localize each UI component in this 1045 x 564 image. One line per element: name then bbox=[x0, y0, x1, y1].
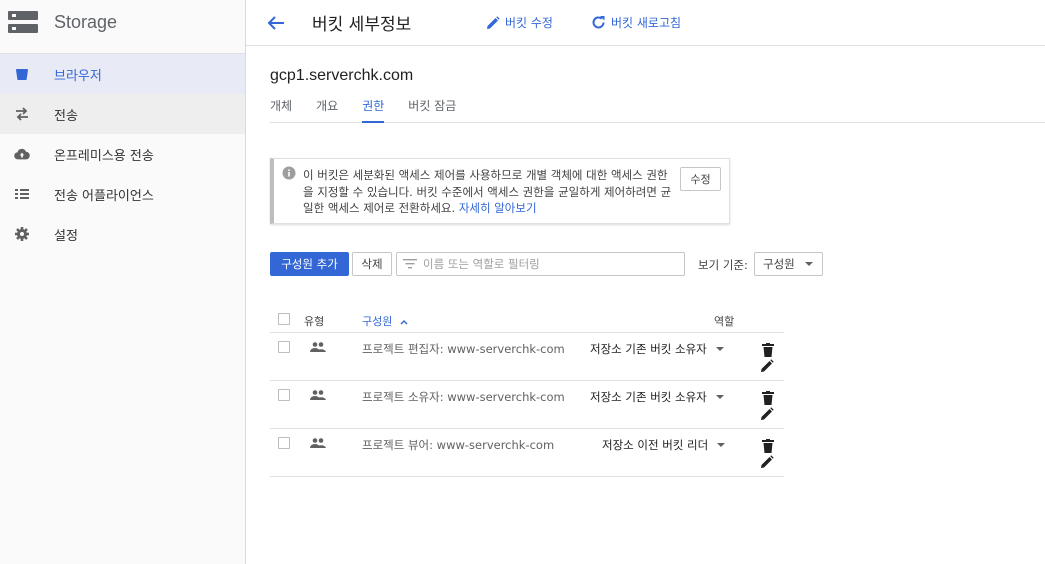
pencil-icon[interactable] bbox=[761, 359, 774, 372]
page-title: 버킷 세부정보 bbox=[312, 15, 412, 35]
role-label: 저장소 기존 버킷 소유자 bbox=[590, 342, 707, 356]
notice-text-block: 이 버킷은 세분화된 액세스 제어를 사용하므로 개별 객체에 대한 액세스 권… bbox=[303, 167, 677, 217]
tab-objects[interactable]: 개체 bbox=[270, 96, 292, 123]
refresh-icon bbox=[592, 16, 605, 29]
group-icon bbox=[310, 342, 326, 352]
gear-icon bbox=[14, 226, 30, 242]
chevron-down-icon bbox=[717, 443, 726, 447]
members-toolbar: 구성원 추가 삭제 보기 기준: 구성원 bbox=[270, 252, 830, 276]
back-arrow-icon bbox=[267, 15, 284, 30]
learn-more-link[interactable]: 자세히 알아보기 bbox=[459, 201, 537, 215]
select-all-checkbox[interactable] bbox=[278, 313, 290, 325]
sidebar-item-label: 설정 bbox=[54, 228, 78, 244]
add-member-button[interactable]: 구성원 추가 bbox=[270, 252, 349, 276]
refresh-bucket-label: 버킷 새로고침 bbox=[610, 16, 682, 30]
row-checkbox[interactable] bbox=[278, 437, 290, 449]
pencil-icon[interactable] bbox=[761, 455, 774, 468]
member-name: 프로젝트 소유자: www-serverchk-com bbox=[362, 390, 565, 404]
member-name: 프로젝트 편집자: www-serverchk-com bbox=[362, 342, 565, 356]
role-label: 저장소 이전 버킷 리더 bbox=[602, 438, 709, 452]
role-select[interactable]: 저장소 이전 버킷 리더 bbox=[602, 437, 726, 453]
header-role: 역할 bbox=[714, 315, 735, 328]
trash-icon[interactable] bbox=[762, 343, 774, 357]
trash-icon[interactable] bbox=[762, 391, 774, 405]
header-type: 유형 bbox=[304, 315, 325, 328]
sidebar-title: Storage bbox=[54, 11, 118, 32]
table-header: 유형 구성원 역할 bbox=[270, 306, 784, 333]
group-icon bbox=[310, 390, 326, 400]
tab-overview[interactable]: 개요 bbox=[316, 96, 338, 123]
tab-bar: 개체 개요 권한 버킷 잠금 bbox=[270, 96, 1045, 123]
sidebar: Storage 브라우저 전송 온프레미스용 전송 전송 어플라이언스 설정 bbox=[0, 0, 246, 564]
row-checkbox[interactable] bbox=[278, 341, 290, 353]
notice-edit-button[interactable]: 수정 bbox=[680, 167, 721, 191]
view-by-label: 보기 기준: bbox=[698, 258, 748, 272]
header-member-sort[interactable]: 구성원 bbox=[362, 313, 408, 329]
appliance-list-icon bbox=[14, 186, 30, 202]
chevron-down-icon bbox=[804, 262, 813, 266]
cloud-upload-icon bbox=[14, 146, 30, 162]
members-table: 유형 구성원 역할 프로젝트 편집자: www-serverchk-com 저장… bbox=[270, 306, 784, 477]
info-icon bbox=[282, 166, 296, 180]
tab-bucket-lock[interactable]: 버킷 잠금 bbox=[408, 96, 456, 123]
row-checkbox[interactable] bbox=[278, 389, 290, 401]
access-control-notice: 이 버킷은 세분화된 액세스 제어를 사용하므로 개별 객체에 대한 액세스 권… bbox=[270, 158, 730, 224]
role-select[interactable]: 저장소 기존 버킷 소유자 bbox=[590, 341, 724, 357]
member-name: 프로젝트 뷰어: www-serverchk-com bbox=[362, 438, 555, 452]
table-row: 프로젝트 편집자: www-serverchk-com 저장소 기존 버킷 소유… bbox=[270, 333, 784, 381]
refresh-bucket-button[interactable]: 버킷 새로고침 bbox=[591, 14, 681, 31]
edit-bucket-button[interactable]: 버킷 수정 bbox=[486, 14, 553, 31]
role-select[interactable]: 저장소 기존 버킷 소유자 bbox=[590, 389, 724, 405]
tab-permissions[interactable]: 권한 bbox=[362, 96, 385, 123]
chevron-down-icon bbox=[715, 395, 724, 399]
bucket-name: gcp1.serverchk.com bbox=[270, 67, 414, 84]
bucket-icon bbox=[14, 66, 30, 82]
sidebar-item-settings[interactable]: 설정 bbox=[0, 214, 245, 254]
sidebar-item-browser[interactable]: 브라우저 bbox=[0, 54, 245, 94]
sidebar-item-label: 전송 bbox=[54, 108, 78, 124]
trash-icon[interactable] bbox=[762, 439, 774, 453]
role-label: 저장소 기존 버킷 소유자 bbox=[590, 390, 707, 404]
sidebar-item-onprem-transfer[interactable]: 온프레미스용 전송 bbox=[0, 134, 245, 174]
back-arrow-button[interactable] bbox=[264, 11, 288, 35]
sidebar-item-transfer[interactable]: 전송 bbox=[0, 94, 245, 134]
edit-bucket-label: 버킷 수정 bbox=[505, 16, 553, 30]
filter-input[interactable] bbox=[423, 257, 673, 271]
sort-up-icon bbox=[400, 320, 408, 325]
sidebar-item-label: 온프레미스용 전송 bbox=[54, 148, 154, 164]
storage-logo-icon bbox=[8, 11, 38, 33]
view-by-value: 구성원 bbox=[763, 257, 795, 271]
transfer-arrows-icon bbox=[14, 106, 30, 122]
app-root: Storage 브라우저 전송 온프레미스용 전송 전송 어플라이언스 설정 버… bbox=[0, 0, 1045, 564]
sidebar-item-appliance[interactable]: 전송 어플라이언스 bbox=[0, 174, 245, 214]
group-icon bbox=[310, 438, 326, 448]
header-member: 구성원 bbox=[362, 315, 393, 328]
pencil-icon bbox=[487, 15, 500, 29]
table-row: 프로젝트 뷰어: www-serverchk-com 저장소 이전 버킷 리더 bbox=[270, 429, 784, 477]
page-header: 버킷 세부정보 버킷 수정 버킷 새로고침 bbox=[246, 0, 1045, 46]
pencil-icon[interactable] bbox=[761, 407, 774, 420]
view-by-select[interactable]: 구성원 bbox=[754, 252, 823, 276]
delete-button[interactable]: 삭제 bbox=[352, 252, 392, 276]
table-row: 프로젝트 소유자: www-serverchk-com 저장소 기존 버킷 소유… bbox=[270, 381, 784, 429]
sidebar-item-label: 전송 어플라이언스 bbox=[54, 188, 154, 204]
filter-icon bbox=[403, 259, 417, 269]
filter-box bbox=[396, 252, 685, 276]
chevron-down-icon bbox=[715, 347, 724, 351]
sidebar-header: Storage bbox=[0, 0, 245, 44]
sidebar-item-label: 브라우저 bbox=[54, 68, 102, 84]
